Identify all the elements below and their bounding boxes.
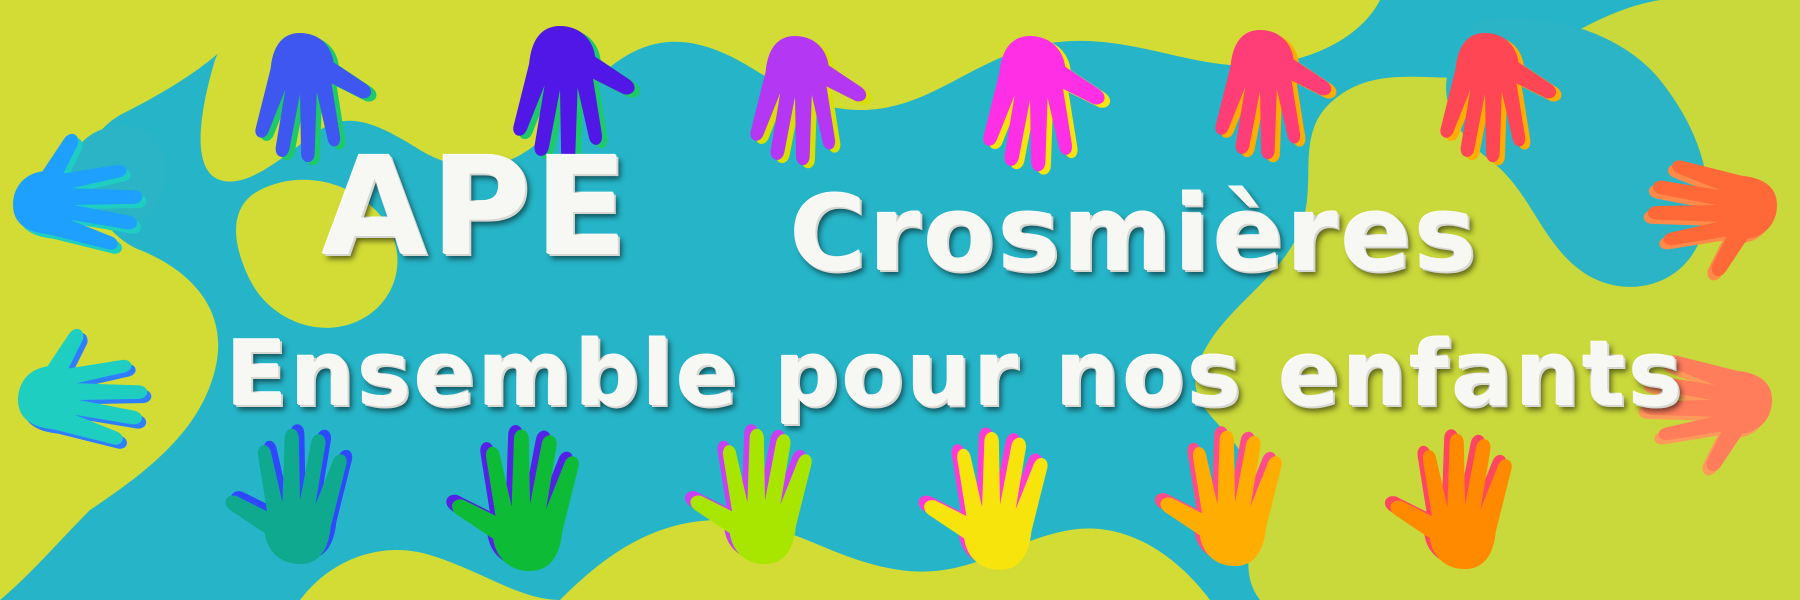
subtitle: Ensemble pour nos enfants — [226, 322, 1686, 427]
handprints — [13, 26, 1777, 571]
title-ape: APE — [322, 129, 632, 287]
hand-bottom-2 — [446, 424, 579, 571]
hand-bottom-5 — [1154, 426, 1282, 566]
hand-bottom-3 — [684, 424, 812, 564]
hand-left-2 — [18, 328, 152, 449]
hand-left-1 — [13, 133, 147, 254]
hand-bottom-1 — [225, 424, 353, 564]
title-name: Crosmières — [790, 173, 1480, 295]
hand-top-5 — [1215, 30, 1337, 163]
banner: APE Crosmières Ensemble pour nos enfants — [0, 0, 1800, 600]
hand-right-1 — [1643, 160, 1777, 281]
hand-bottom-4 — [918, 427, 1048, 570]
hand-bottom-6 — [1384, 429, 1512, 569]
hand-top-3 — [750, 36, 872, 169]
hand-top-4 — [983, 36, 1111, 175]
hand-top-6 — [1440, 33, 1562, 166]
